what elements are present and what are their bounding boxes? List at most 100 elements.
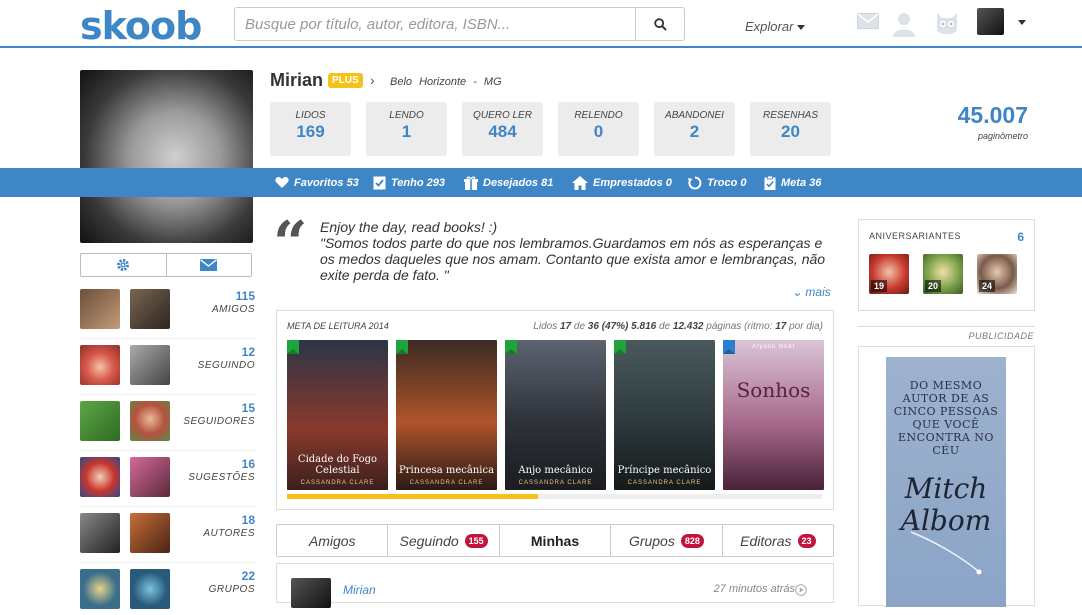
ad-banner[interactable]: DO MESMO AUTOR DE AS CINCO PESSOAS QUE V…: [886, 357, 1006, 607]
friend-thumb[interactable]: [80, 289, 120, 329]
tab-grupos[interactable]: Grupos 828: [611, 525, 723, 556]
follower-thumb[interactable]: [80, 401, 120, 441]
more-link[interactable]: ⌄ mais: [792, 285, 831, 299]
group-thumb[interactable]: [80, 569, 120, 609]
stat-label: LENDO: [389, 110, 424, 121]
stat-abandonei[interactable]: ABANDONEI 2: [654, 102, 735, 156]
following-thumb[interactable]: [80, 345, 120, 385]
top-header: skoob Explorar: [0, 0, 1082, 48]
tab-amigos[interactable]: Amigos: [277, 525, 389, 556]
stat-label: LIDOS: [295, 110, 326, 121]
shelf-meta[interactable]: Meta 36: [764, 168, 821, 197]
explore-menu[interactable]: Explorar: [745, 19, 806, 34]
user-icon[interactable]: [890, 10, 918, 38]
profile-location: Belo Horizonte - MG: [390, 76, 502, 88]
settings-button[interactable]: [81, 254, 167, 276]
gear-icon: [117, 259, 130, 271]
tab-minhas[interactable]: Minhas: [500, 525, 612, 556]
author-thumb[interactable]: [130, 513, 170, 553]
group-thumb[interactable]: [130, 569, 170, 609]
book-title: Princesa mecânica: [398, 465, 495, 476]
book-cover[interactable]: Príncipe mecânico CASSANDRA CLARE: [614, 340, 715, 490]
avatar[interactable]: 24: [977, 254, 1017, 294]
owl-icon[interactable]: [934, 9, 960, 39]
goal-read: 17: [559, 321, 572, 332]
avatar[interactable]: 19: [869, 254, 909, 294]
stat-lidos[interactable]: LIDOS 169: [270, 102, 351, 156]
play-circle-icon[interactable]: [795, 584, 807, 596]
suggestion-thumb[interactable]: [80, 457, 120, 497]
shelf-desejados[interactable]: Desejados 81: [464, 168, 553, 197]
sidebar-groups[interactable]: 22 GRUPOS: [80, 569, 255, 615]
search-input[interactable]: [235, 8, 635, 40]
sidebar-authors[interactable]: 18 AUTORES: [80, 513, 255, 559]
book-cover[interactable]: Anjo mecânico CASSANDRA CLARE: [505, 340, 606, 490]
book-author: CASSANDRA CLARE: [627, 480, 702, 486]
chevron-right-icon: ›: [370, 72, 375, 88]
stat-label: RELENDO: [574, 110, 623, 121]
mail-icon[interactable]: [857, 13, 879, 29]
chevron-down-icon: ⌄: [792, 285, 803, 299]
shelf-label: Favoritos 53: [294, 176, 359, 189]
user-menu-caret-icon[interactable]: [1018, 20, 1026, 25]
book-cover[interactable]: Sonhos Alyson Noël: [723, 340, 824, 490]
count-badge: 155: [464, 533, 488, 548]
stat-value: 169: [296, 122, 325, 141]
feed-user-link[interactable]: Mirian: [343, 583, 376, 597]
message-button[interactable]: [167, 254, 252, 276]
stat-label: ABANDONEI: [665, 110, 724, 121]
house-icon: [572, 175, 588, 190]
shelf-emprestados[interactable]: Emprestados 0: [572, 168, 672, 197]
user-avatar[interactable]: [977, 8, 1004, 35]
tab-label: Amigos: [308, 532, 356, 549]
explore-label: Explorar: [745, 19, 794, 34]
goal-pages-total: 12.432: [672, 321, 704, 332]
reading-goal-progress: [287, 494, 822, 499]
tab-editoras[interactable]: Editoras 23: [723, 525, 833, 556]
skoob-logo[interactable]: skoob: [80, 4, 202, 48]
divider: [80, 394, 255, 395]
search-icon: [653, 17, 667, 31]
following-thumb[interactable]: [130, 345, 170, 385]
divider: [80, 450, 255, 451]
goal-percent: (47%): [601, 321, 629, 332]
avatar[interactable]: [291, 578, 331, 608]
read-flag-icon: [614, 340, 626, 354]
friends-label: AMIGOS: [211, 304, 255, 315]
avatar[interactable]: 20: [923, 254, 963, 294]
friend-thumb[interactable]: [130, 289, 170, 329]
suggestion-thumb[interactable]: [130, 457, 170, 497]
stat-resenhas[interactable]: RESENHAS 20: [750, 102, 831, 156]
profile-photo: [80, 70, 253, 243]
stat-relendo[interactable]: RELENDO 0: [558, 102, 639, 156]
shelf-troco[interactable]: Troco 0: [688, 168, 747, 197]
sidebar-following[interactable]: 12 SEGUINDO: [80, 345, 255, 391]
divider: [80, 338, 255, 339]
shelf-label: Meta 36: [781, 176, 822, 189]
tab-label: Minhas: [530, 532, 580, 549]
stat-lendo[interactable]: LENDO 1: [366, 102, 447, 156]
ad-label: PUBLICIDADE: [968, 331, 1034, 341]
author-thumb[interactable]: [80, 513, 120, 553]
profile-name: Mirian: [270, 70, 324, 90]
shelf-tenho[interactable]: Tenho 293: [373, 168, 445, 197]
sidebar-suggestions[interactable]: 16 SUGESTÕES: [80, 457, 255, 503]
sidebar-followers[interactable]: 15 SEGUIDORES: [80, 401, 255, 447]
birthday-day: 20: [925, 280, 942, 292]
book-cover[interactable]: Cidade do Fogo Celestial CASSANDRA CLARE: [287, 340, 388, 490]
search-box: [234, 7, 685, 41]
sidebar-friends[interactable]: 115 AMIGOS: [80, 289, 255, 335]
search-button[interactable]: [635, 8, 684, 40]
book-cover[interactable]: Princesa mecânica CASSANDRA CLARE: [396, 340, 497, 490]
follower-thumb[interactable]: [130, 401, 170, 441]
goal-pages-suffix: páginas (ritmo:: [706, 321, 773, 332]
tab-seguindo[interactable]: Seguindo 155: [388, 525, 500, 556]
birthday-box: ANIVERSARIANTES 6 19 20 24: [858, 219, 1035, 311]
shelf-bar: Favoritos 53 Tenho 293 Desejados 81 Empr…: [0, 168, 1082, 197]
divider: [858, 326, 1035, 327]
book-title: Príncipe mecânico: [617, 465, 712, 476]
quote-line: Enjoy the day, read books! :): [320, 219, 498, 235]
shelf-favoritos[interactable]: Favoritos 53: [275, 168, 359, 197]
divider: [80, 506, 255, 507]
stat-quero-ler[interactable]: QUERO LER 484: [462, 102, 543, 156]
